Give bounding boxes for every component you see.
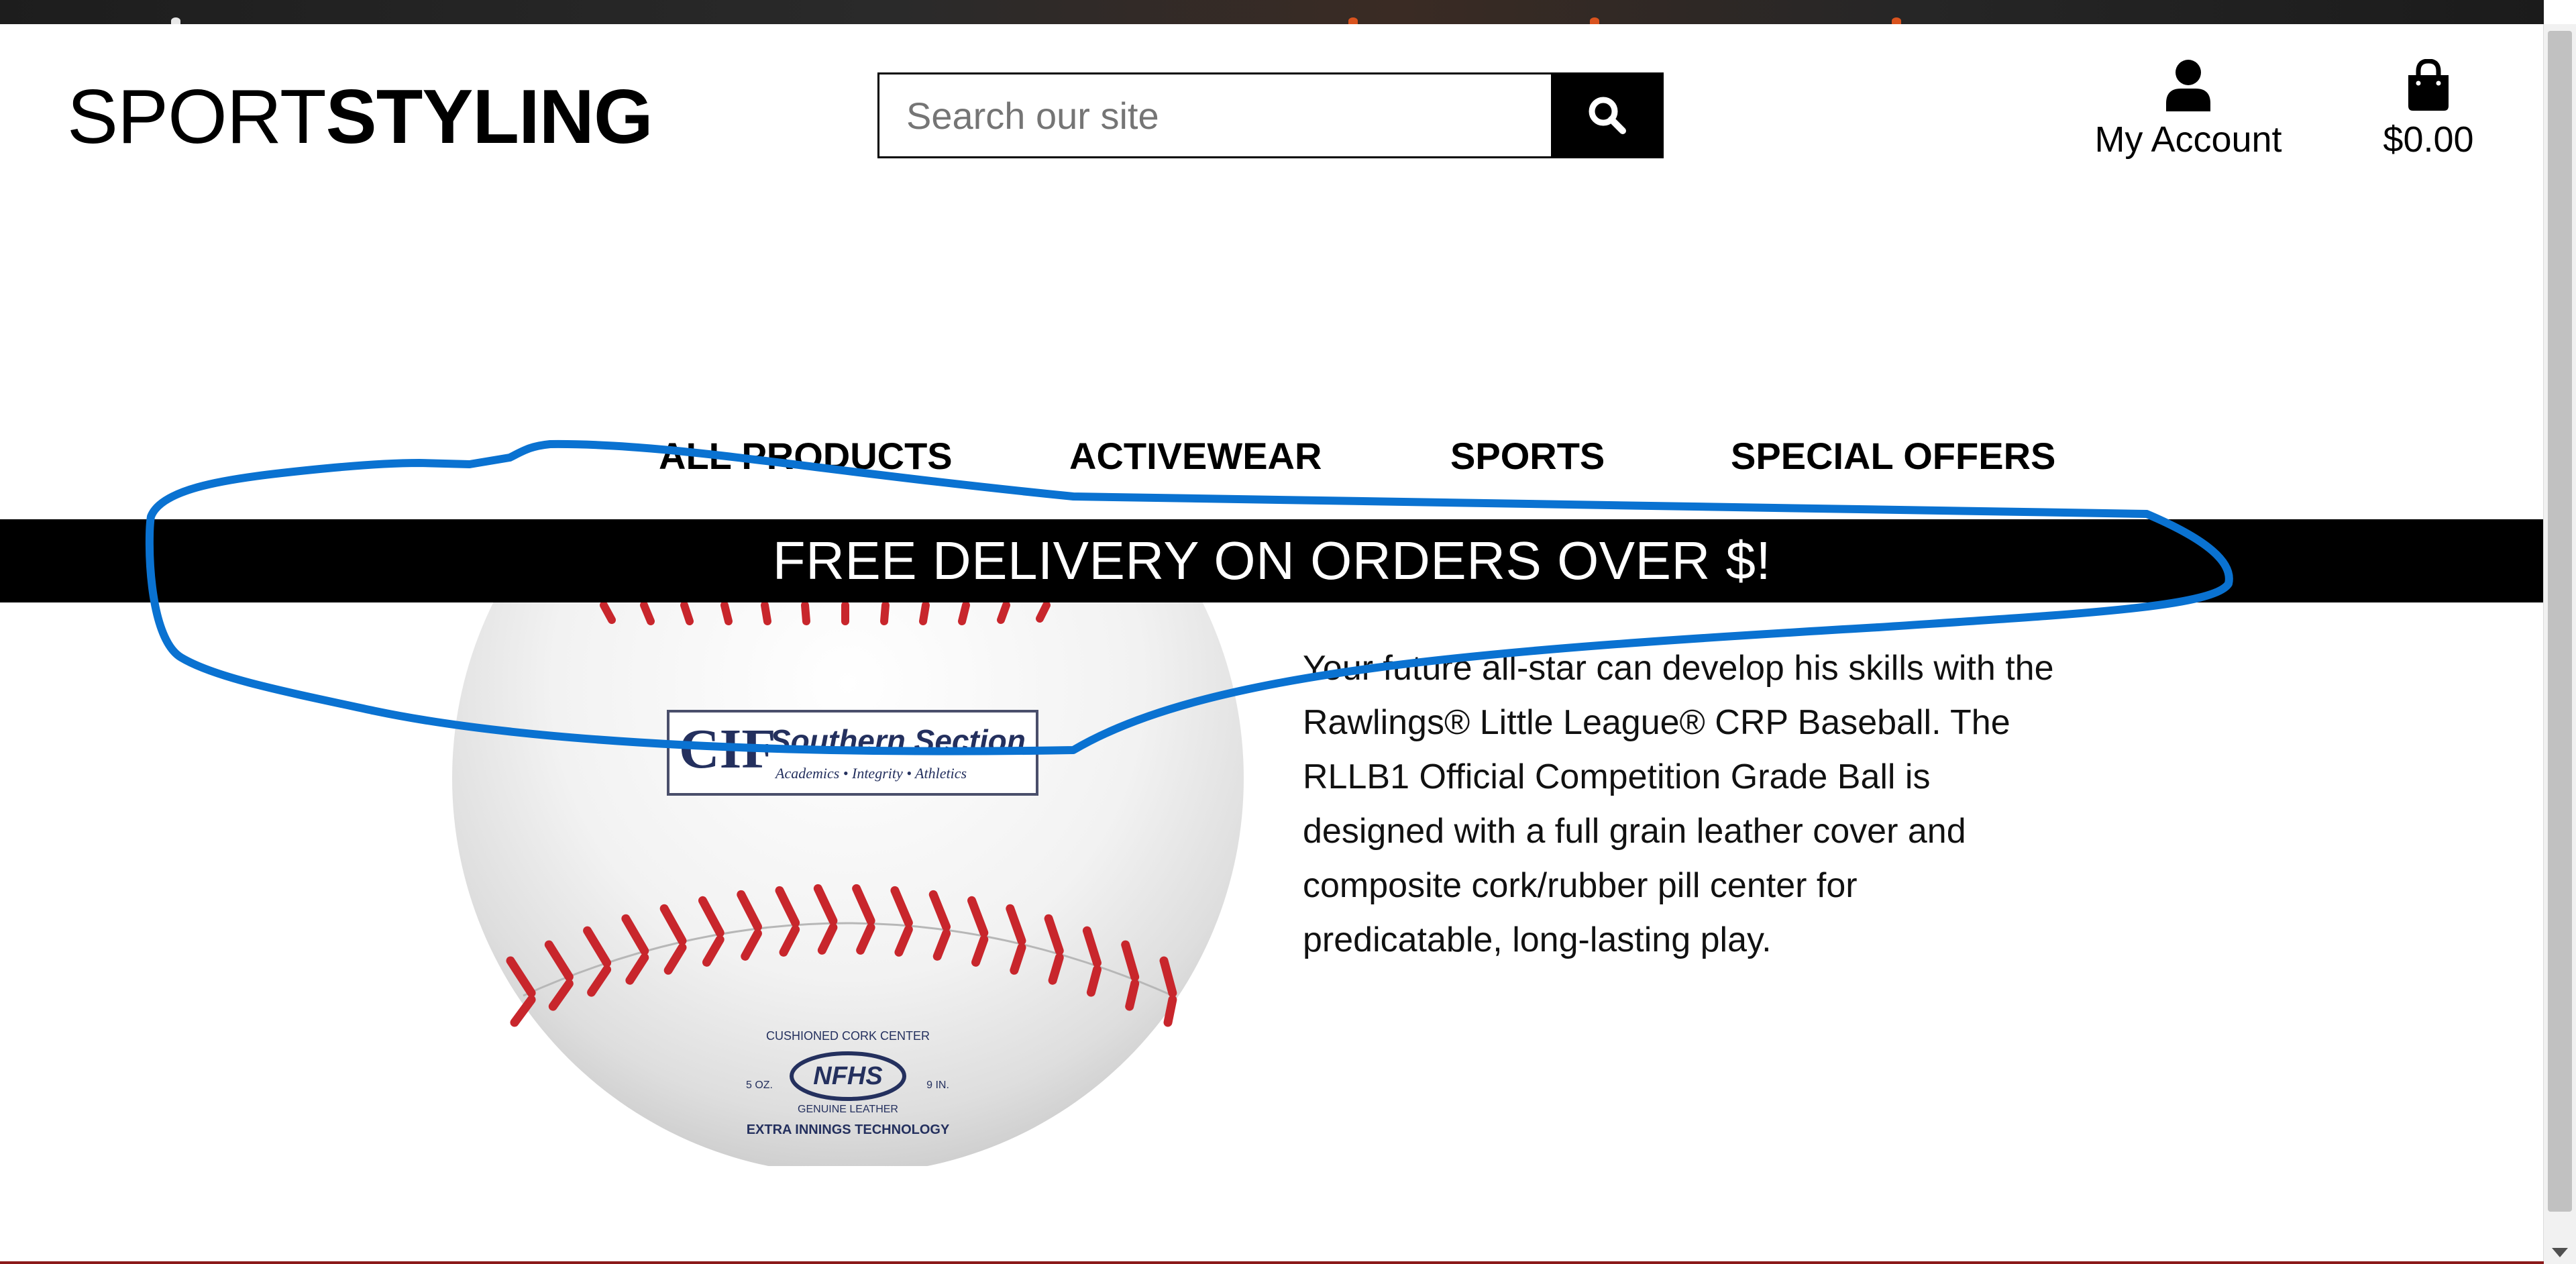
shopping-bag-link[interactable]: $0.00 xyxy=(2375,59,2482,161)
stamp-mark: NFHS xyxy=(813,1062,882,1090)
description-line: composite cork/rubber pill center for xyxy=(1303,866,1858,905)
cart-total: $0.00 xyxy=(2383,119,2474,160)
product-image: CIF Southern Section Academics • Integri… xyxy=(443,602,1248,1166)
product-description: Your future all-star can develop his ski… xyxy=(1303,641,2148,967)
my-account-link[interactable]: My Account xyxy=(2088,59,2289,161)
hero-image-strip xyxy=(0,0,2544,24)
search-input[interactable] xyxy=(877,72,1551,158)
logo-bold-text: STYLING xyxy=(325,74,653,160)
nav-special-offers[interactable]: SPECIAL OFFERS xyxy=(1731,429,2055,483)
baseball-image: CIF Southern Section Academics • Integri… xyxy=(452,602,1244,1166)
product-page: SPORTSTYLING My Account $0.00 ALL PRODUC… xyxy=(0,0,2576,1264)
site-logo[interactable]: SPORTSTYLING xyxy=(67,74,653,161)
delivery-banner-text: FREE DELIVERY ON ORDERS OVER $! xyxy=(772,531,1772,590)
annotation-scribble xyxy=(145,439,2233,755)
cif-logo: CIF xyxy=(679,718,776,780)
description-line: designed with a full grain leather cover… xyxy=(1303,812,1966,851)
description-line: RLLB1 Official Competition Grade Ball is xyxy=(1303,757,1931,796)
description-line: Your future all-star can develop his ski… xyxy=(1303,649,2054,688)
nav-activewear[interactable]: ACTIVEWEAR xyxy=(1069,429,1322,483)
search-form xyxy=(877,72,1664,158)
page-scrollbar[interactable] xyxy=(2543,24,2576,1264)
description-line: predicatable, long-lasting play. xyxy=(1303,920,1772,959)
main-nav: ALL PRODUCTS ACTIVEWEAR SPORTS SPECIAL O… xyxy=(0,429,2544,483)
search-icon xyxy=(1589,97,1626,134)
my-account-label: My Account xyxy=(2094,119,2282,160)
user-icon xyxy=(2166,60,2210,111)
section-motto: Academics • Integrity • Athletics xyxy=(774,765,967,782)
scroll-thumb[interactable] xyxy=(2548,31,2572,1212)
hero-highlight xyxy=(1348,17,1358,24)
description-line: Rawlings® Little League® CRP Baseball. T… xyxy=(1303,703,2010,742)
logo-light-text: SPORT xyxy=(67,74,327,160)
search-button[interactable] xyxy=(1551,72,1664,158)
section-title: Southern Section xyxy=(770,723,1026,758)
nav-sports[interactable]: SPORTS xyxy=(1450,429,1605,483)
stamp-right: 9 IN. xyxy=(926,1079,949,1091)
nav-all-products[interactable]: ALL PRODUCTS xyxy=(659,429,953,483)
shopping-bag-icon xyxy=(2408,59,2449,111)
hero-highlight xyxy=(1892,17,1901,24)
stamp-bottom: GENUINE LEATHER xyxy=(798,1104,898,1115)
hero-highlight xyxy=(1590,17,1599,24)
bottom-border xyxy=(0,1261,2544,1264)
stamp-footer: EXTRA INNINGS TECHNOLOGY xyxy=(747,1122,950,1137)
hero-highlight xyxy=(171,17,180,24)
stamp-left: 5 OZ. xyxy=(746,1079,773,1091)
stamp-top: CUSHIONED CORK CENTER xyxy=(766,1029,930,1043)
delivery-banner: FREE DELIVERY ON ORDERS OVER $! xyxy=(0,519,2544,602)
scroll-down-arrow[interactable] xyxy=(2552,1248,2568,1257)
